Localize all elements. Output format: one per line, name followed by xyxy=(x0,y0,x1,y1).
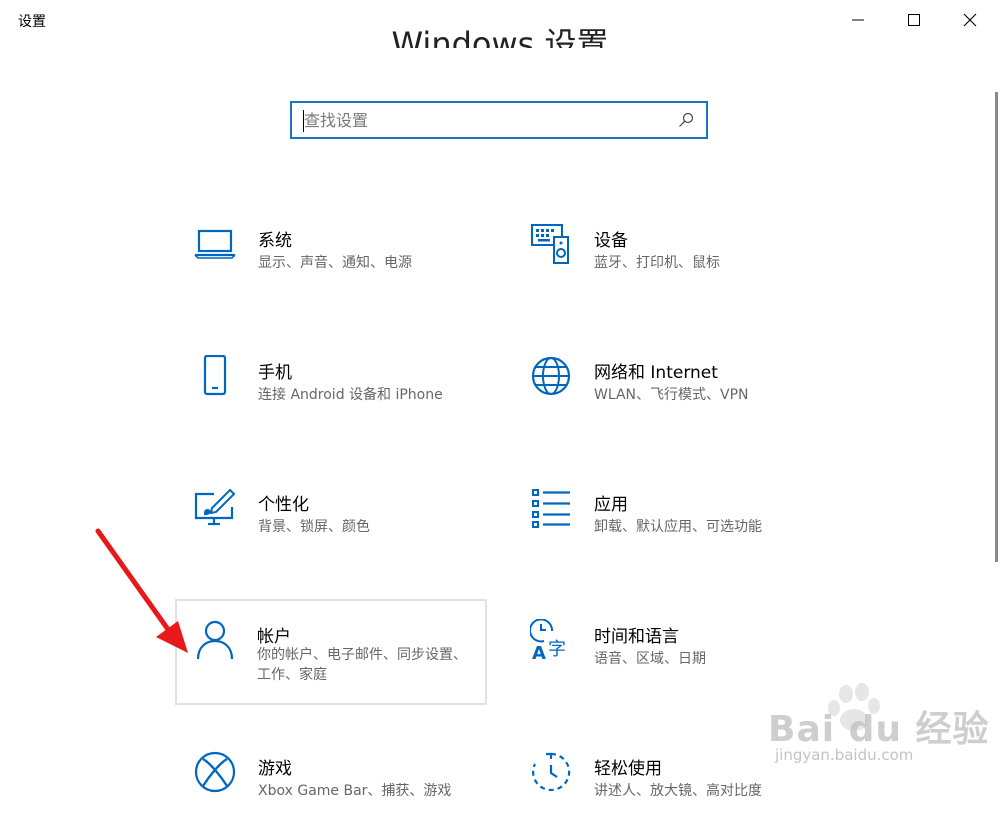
globe-icon xyxy=(531,356,571,396)
tile-title: 时间和语言 xyxy=(594,627,679,647)
laptop-icon xyxy=(194,229,236,259)
tile-personalization[interactable]: 个性化 背景、锁屏、颜色 xyxy=(176,467,486,567)
time-language-icon: A 字 xyxy=(530,619,566,661)
tile-title: 系统 xyxy=(258,231,292,251)
tile-gaming[interactable]: 游戏 Xbox Game Bar、捕获、游戏 xyxy=(176,731,486,831)
tile-apps[interactable]: 应用 卸载、默认应用、可选功能 xyxy=(512,467,822,567)
watermark-url: jingyan.baidu.com xyxy=(775,746,914,764)
personalization-icon xyxy=(194,488,236,526)
watermark-brand: Bai du 经验 xyxy=(768,709,990,750)
page-heading: Windows 设置 xyxy=(0,18,1000,48)
tile-accounts[interactable]: 帐户 你的帐户、电子邮件、同步设置、工作、家庭 xyxy=(175,599,487,705)
tile-title: 轻松使用 xyxy=(594,759,662,779)
tile-description: 显示、声音、通知、电源 xyxy=(258,255,412,271)
devices-icon xyxy=(531,224,569,264)
search-input[interactable] xyxy=(304,107,664,133)
tile-title: 手机 xyxy=(258,363,292,383)
tile-description: 蓝牙、打印机、鼠标 xyxy=(594,255,720,271)
page-heading-text: Windows 设置 xyxy=(391,25,609,48)
tile-system[interactable]: 系统 显示、声音、通知、电源 xyxy=(176,203,486,303)
annotation-arrow-icon xyxy=(95,528,188,653)
tile-devices[interactable]: 设备 蓝牙、打印机、鼠标 xyxy=(512,203,822,303)
tile-description: 连接 Android 设备和 iPhone xyxy=(258,387,443,403)
tile-description: 你的帐户、电子邮件、同步设置、工作、家庭 xyxy=(257,647,467,683)
tile-description: 卸载、默认应用、可选功能 xyxy=(594,519,762,535)
tile-description: 背景、锁屏、颜色 xyxy=(258,519,370,535)
phone-icon xyxy=(203,355,227,396)
tile-phone[interactable]: 手机 连接 Android 设备和 iPhone xyxy=(176,335,486,435)
xbox-icon xyxy=(194,751,236,793)
tile-network[interactable]: 网络和 Internet WLAN、飞行模式、VPN xyxy=(512,335,822,435)
tile-title: 个性化 xyxy=(258,495,309,515)
apps-list-icon xyxy=(532,489,570,528)
vertical-scrollbar[interactable] xyxy=(995,92,998,562)
tile-title: 设备 xyxy=(594,231,628,251)
svg-text:字: 字 xyxy=(548,639,566,660)
tile-title: 游戏 xyxy=(258,759,292,779)
tile-description: Xbox Game Bar、捕获、游戏 xyxy=(258,783,452,799)
tile-title: 应用 xyxy=(594,495,628,515)
svg-text:A: A xyxy=(532,643,546,661)
search-box[interactable] xyxy=(290,101,708,139)
ease-of-access-icon xyxy=(532,752,571,792)
search-icon xyxy=(679,112,694,127)
tile-title: 帐户 xyxy=(257,627,291,647)
tile-description: WLAN、飞行模式、VPN xyxy=(594,387,749,403)
tile-title: 网络和 Internet xyxy=(594,363,718,383)
tile-description: 讲述人、放大镜、高对比度 xyxy=(594,783,762,799)
tile-description: 语音、区域、日期 xyxy=(594,651,706,667)
person-icon xyxy=(196,620,234,660)
